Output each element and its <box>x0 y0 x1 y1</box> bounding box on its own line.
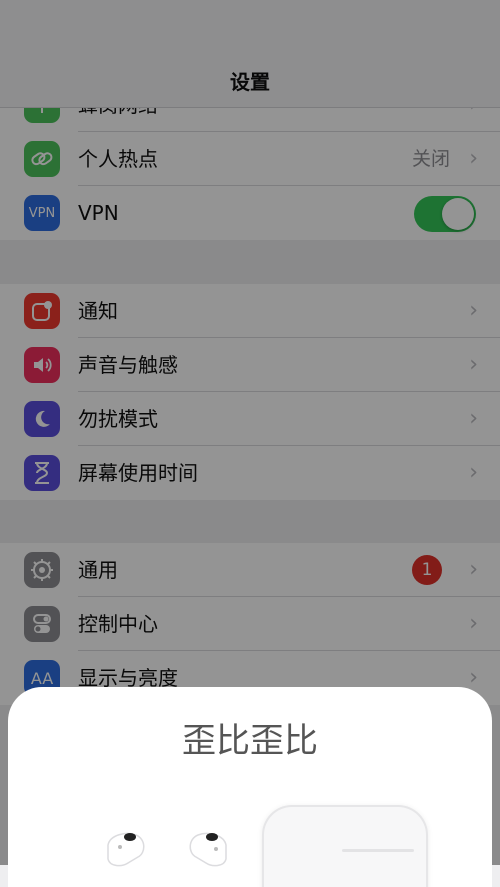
charging-case-image <box>262 805 428 887</box>
right-earbud-image <box>189 832 227 867</box>
airpods-popup-sheet: 歪比歪比 <box>8 687 492 887</box>
case-lid-seam <box>342 849 414 852</box>
left-earbud-image <box>107 832 145 867</box>
device-name: 歪比歪比 <box>182 721 318 761</box>
